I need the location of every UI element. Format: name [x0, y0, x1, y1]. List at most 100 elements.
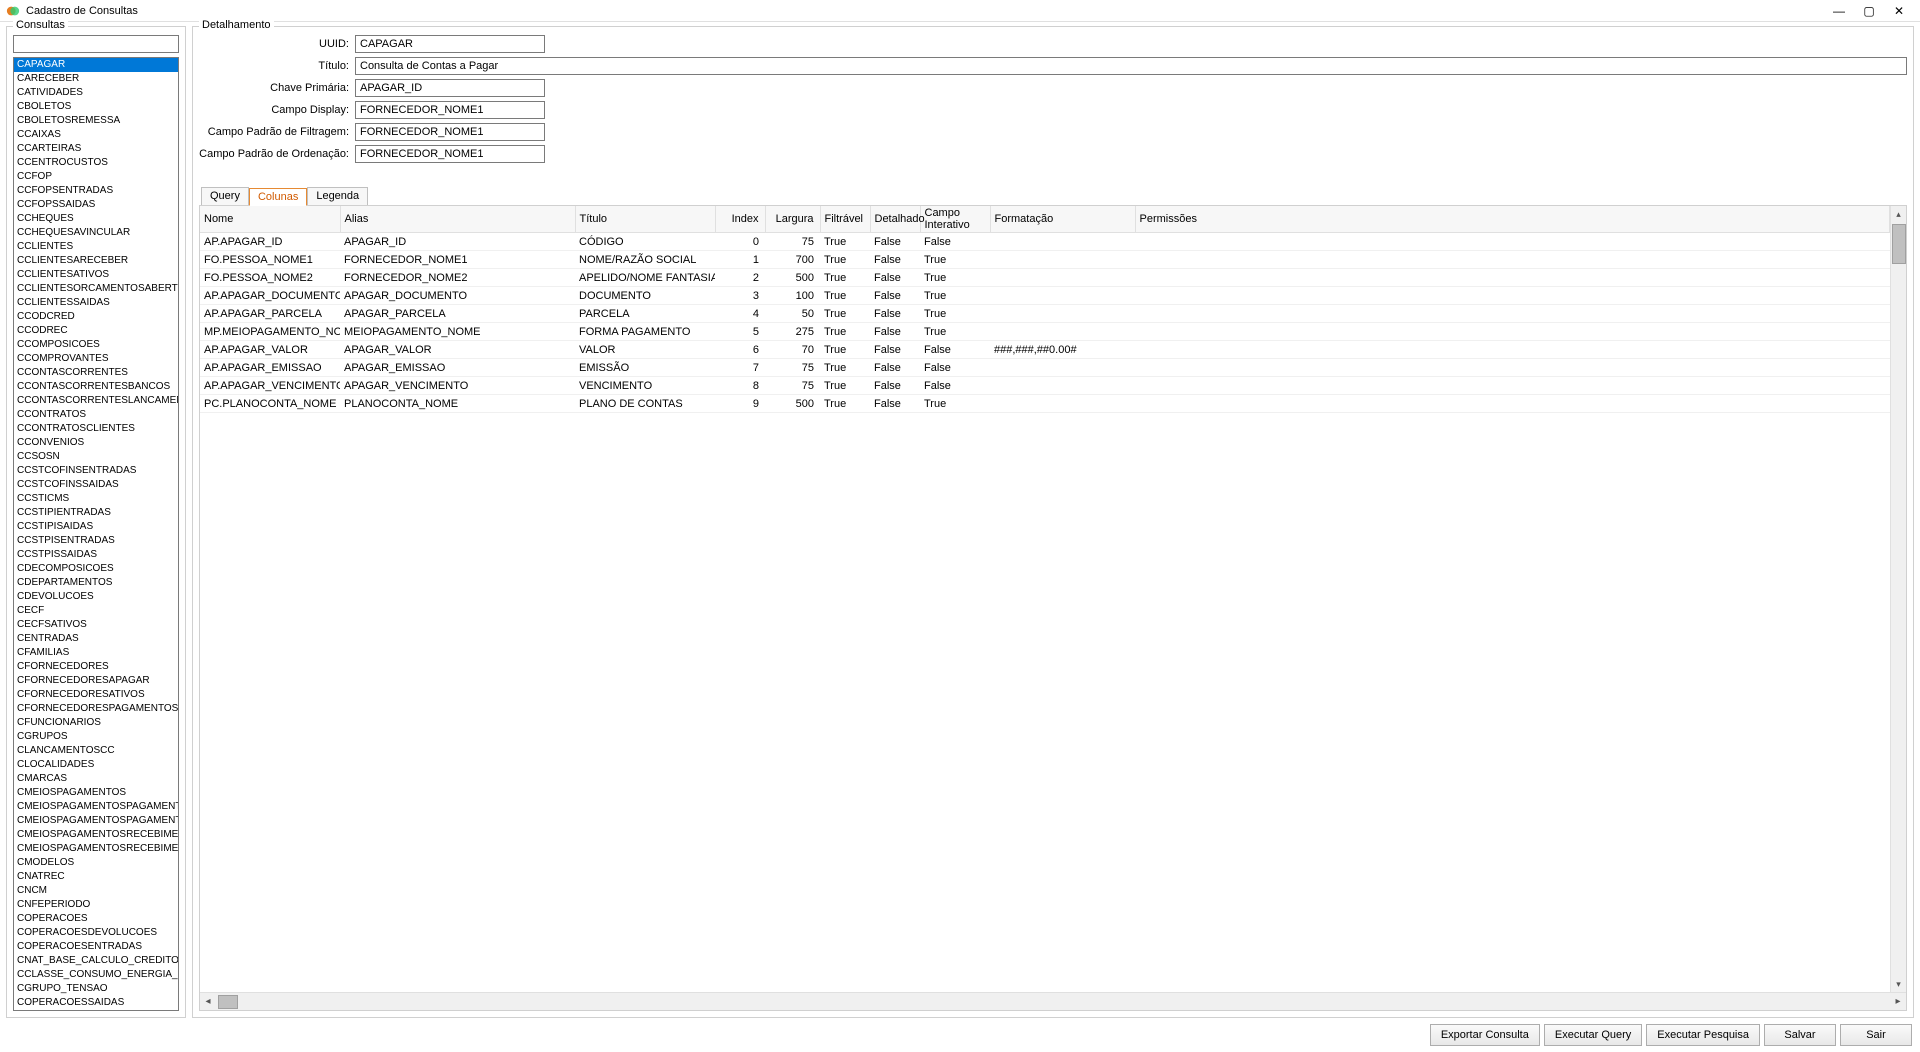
list-item[interactable]: CCODREC — [14, 324, 178, 338]
col-index[interactable]: Index — [715, 206, 765, 233]
grid-horizontal-scrollbar[interactable]: ◂ ▸ — [200, 992, 1906, 1010]
list-item[interactable]: CCSTIPIENTRADAS — [14, 506, 178, 520]
list-item[interactable]: COPERACOESENTRADAS — [14, 940, 178, 954]
list-item[interactable]: CCLIENTESSAIDAS — [14, 296, 178, 310]
chave-input[interactable] — [355, 79, 545, 97]
executar-query-button[interactable]: Executar Query — [1544, 1024, 1642, 1046]
table-row[interactable]: MP.MEIOPAGAMENTO_NOMEMEIOPAGAMENTO_NOMEF… — [200, 323, 1890, 341]
list-item[interactable]: CCONTASCORRENTESBANCOS — [14, 380, 178, 394]
list-item[interactable]: CNFEPERIODO — [14, 898, 178, 912]
list-item[interactable]: CCSOSN — [14, 450, 178, 464]
minimize-button[interactable]: — — [1824, 2, 1854, 20]
list-item[interactable]: CBOLETOS — [14, 100, 178, 114]
list-item[interactable]: CCLIENTESARECEBER — [14, 254, 178, 268]
table-row[interactable]: FO.PESSOA_NOME2FORNECEDOR_NOME2APELIDO/N… — [200, 269, 1890, 287]
list-item[interactable]: CMEIOSPAGAMENTOSRECEBIMENTOSAR — [14, 842, 178, 856]
table-row[interactable]: AP.APAGAR_VENCIMENTOAPAGAR_VENCIMENTOVEN… — [200, 377, 1890, 395]
orden-input[interactable] — [355, 145, 545, 163]
list-item[interactable]: CCLIENTESATIVOS — [14, 268, 178, 282]
consultas-filter-input[interactable] — [13, 35, 179, 53]
scroll-right-icon[interactable]: ▸ — [1890, 994, 1906, 1010]
col-alias[interactable]: Alias — [340, 206, 575, 233]
list-item[interactable]: CCAIXAS — [14, 128, 178, 142]
list-item[interactable]: CCHEQUES — [14, 212, 178, 226]
tab-query[interactable]: Query — [201, 187, 249, 205]
list-item[interactable]: CGRUPOS — [14, 730, 178, 744]
table-row[interactable]: AP.APAGAR_IDAPAGAR_IDCÓDIGO075TrueFalseF… — [200, 233, 1890, 251]
list-item[interactable]: CCLIENTES — [14, 240, 178, 254]
col-titulo[interactable]: Título — [575, 206, 715, 233]
list-item[interactable]: CCSTIPISAIDAS — [14, 520, 178, 534]
list-item[interactable]: CFORNECEDORESATIVOS — [14, 688, 178, 702]
col-largura[interactable]: Largura — [765, 206, 820, 233]
hscroll-thumb[interactable] — [218, 995, 238, 1009]
col-detalhado[interactable]: Detalhado — [870, 206, 920, 233]
list-item[interactable]: CCFOPSSAIDAS — [14, 198, 178, 212]
list-item[interactable]: CCARTEIRAS — [14, 142, 178, 156]
list-item[interactable]: CCFOP — [14, 170, 178, 184]
list-item[interactable]: CCOMPOSICOES — [14, 338, 178, 352]
tab-colunas[interactable]: Colunas — [249, 188, 307, 206]
list-item[interactable]: CCSTPISENTRADAS — [14, 534, 178, 548]
table-row[interactable]: AP.APAGAR_VALORAPAGAR_VALORVALOR670TrueF… — [200, 341, 1890, 359]
list-item[interactable]: CNAT_BASE_CALCULO_CREDITO — [14, 954, 178, 968]
col-filtravel[interactable]: Filtrável — [820, 206, 870, 233]
list-item[interactable]: CARECEBER — [14, 72, 178, 86]
table-row[interactable]: AP.APAGAR_DOCUMENTOAPAGAR_DOCUMENTODOCUM… — [200, 287, 1890, 305]
exportar-consulta-button[interactable]: Exportar Consulta — [1430, 1024, 1540, 1046]
tab-legenda[interactable]: Legenda — [307, 187, 368, 205]
list-item[interactable]: CMEIOSPAGAMENTOS — [14, 786, 178, 800]
list-item[interactable]: CCONTRATOS — [14, 408, 178, 422]
list-item[interactable]: CMODELOS — [14, 856, 178, 870]
filtro-input[interactable] — [355, 123, 545, 141]
table-row[interactable]: FO.PESSOA_NOME1FORNECEDOR_NOME1NOME/RAZÃ… — [200, 251, 1890, 269]
list-item[interactable]: CCLIENTESORCAMENTOSABERTOS — [14, 282, 178, 296]
list-item[interactable]: CNATREC — [14, 870, 178, 884]
list-item[interactable]: CCODCRED — [14, 310, 178, 324]
list-item[interactable]: CECF — [14, 604, 178, 618]
list-item[interactable]: COPERACOES — [14, 912, 178, 926]
list-item[interactable]: CCSTCOFINSSAIDAS — [14, 478, 178, 492]
consultas-list[interactable]: CAPAGARCARECEBERCATIVIDADESCBOLETOSCBOLE… — [13, 57, 179, 1011]
col-interativo[interactable]: Campo Interativo — [920, 206, 990, 233]
list-item[interactable]: CBOLETOSREMESSA — [14, 114, 178, 128]
list-item[interactable]: CMEIOSPAGAMENTOSPAGAMENTOSAP — [14, 814, 178, 828]
col-nome[interactable]: Nome — [200, 206, 340, 233]
list-item[interactable]: CCONVENIOS — [14, 436, 178, 450]
col-permissoes[interactable]: Permissões — [1135, 206, 1890, 233]
close-button[interactable]: ✕ — [1884, 2, 1914, 20]
list-item[interactable]: CCSTPISSAIDAS — [14, 548, 178, 562]
list-item[interactable]: CCONTASCORRENTES — [14, 366, 178, 380]
scroll-thumb[interactable] — [1892, 224, 1906, 264]
scroll-left-icon[interactable]: ◂ — [200, 994, 216, 1010]
list-item[interactable]: CLOCALIDADES — [14, 758, 178, 772]
executar-pesquisa-button[interactable]: Executar Pesquisa — [1646, 1024, 1760, 1046]
list-item[interactable]: CCOMPROVANTES — [14, 352, 178, 366]
grid-vertical-scrollbar[interactable]: ▴ ▾ — [1890, 206, 1906, 992]
col-formatacao[interactable]: Formatação — [990, 206, 1135, 233]
table-row[interactable]: AP.APAGAR_PARCELAAPAGAR_PARCELAPARCELA45… — [200, 305, 1890, 323]
list-item[interactable]: CCONTASCORRENTESLANCAMENTOS — [14, 394, 178, 408]
display-input[interactable] — [355, 101, 545, 119]
scroll-down-icon[interactable]: ▾ — [1892, 976, 1906, 992]
list-item[interactable]: CFUNCIONARIOS — [14, 716, 178, 730]
list-item[interactable]: CFORNECEDORES — [14, 660, 178, 674]
list-item[interactable]: CDECOMPOSICOES — [14, 562, 178, 576]
list-item[interactable]: CCFOPSENTRADAS — [14, 184, 178, 198]
salvar-button[interactable]: Salvar — [1764, 1024, 1836, 1046]
list-item[interactable]: COPERACOESSAIDAS — [14, 996, 178, 1010]
list-item[interactable]: CMARCAS — [14, 772, 178, 786]
list-item[interactable]: CCONTRATOSCLIENTES — [14, 422, 178, 436]
list-item[interactable]: CNCM — [14, 884, 178, 898]
table-row[interactable]: AP.APAGAR_EMISSAOAPAGAR_EMISSAOEMISSÃO77… — [200, 359, 1890, 377]
list-item[interactable]: CDEPARTAMENTOS — [14, 576, 178, 590]
list-item[interactable]: CAPAGAR — [14, 58, 178, 72]
list-item[interactable]: CDEVOLUCOES — [14, 590, 178, 604]
list-item[interactable]: CFORNECEDORESPAGAMENTOS — [14, 702, 178, 716]
list-item[interactable]: CMEIOSPAGAMENTOSRECEBIMENTOS — [14, 828, 178, 842]
scroll-up-icon[interactable]: ▴ — [1892, 206, 1906, 222]
list-item[interactable]: CFAMILIAS — [14, 646, 178, 660]
list-item[interactable]: CCHEQUESAVINCULAR — [14, 226, 178, 240]
list-item[interactable]: CMEIOSPAGAMENTOSPAGAMENTOS — [14, 800, 178, 814]
titulo-input[interactable] — [355, 57, 1907, 75]
